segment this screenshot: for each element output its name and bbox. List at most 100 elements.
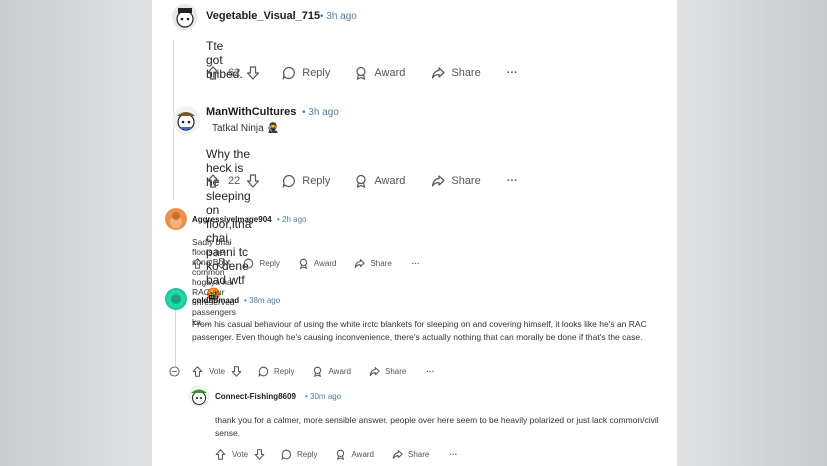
more-button[interactable]: ··· — [507, 175, 518, 187]
author-name[interactable]: coldnomaad — [192, 296, 239, 305]
author-name[interactable]: Connect-Fishing8609 — [215, 392, 296, 401]
downvote-icon — [247, 66, 260, 80]
timestamp-value: 30m ago — [310, 392, 342, 401]
downvote-icon — [231, 365, 242, 377]
thread-line — [175, 310, 176, 366]
reply-button[interactable]: Reply — [258, 366, 294, 377]
upvote-button[interactable] — [192, 257, 203, 269]
timestamp: • 2h ago — [277, 215, 307, 224]
reply-button[interactable]: Reply — [281, 449, 317, 460]
more-icon: ··· — [506, 67, 518, 79]
reply-icon — [243, 258, 254, 269]
reply-label: Reply — [297, 449, 318, 459]
timestamp: • 30m ago — [305, 392, 342, 401]
reply-button[interactable]: Reply — [282, 66, 330, 80]
award-button[interactable]: Award — [354, 66, 405, 80]
share-label: Share — [451, 175, 481, 187]
award-icon — [356, 66, 366, 80]
share-icon — [392, 449, 403, 459]
award-button[interactable]: Award — [335, 449, 374, 460]
share-label: Share — [370, 258, 392, 268]
award-icon — [337, 449, 345, 460]
vote-count: 22 — [228, 175, 241, 187]
award-icon — [314, 366, 322, 377]
comment-actions: 22 Reply Award Share ··· — [206, 173, 518, 189]
downvote-icon — [217, 257, 227, 269]
award-label: Award — [328, 366, 351, 376]
share-icon — [432, 175, 445, 187]
comment-body: Sadly bhai floors pe sona Boht common ho… — [192, 237, 236, 327]
avatar[interactable] — [172, 106, 200, 134]
award-label: Award — [374, 175, 406, 187]
award-button[interactable]: Award — [312, 366, 351, 377]
more-button[interactable]: ··· — [412, 259, 420, 268]
comment-actions: 62 Reply Award Share ··· — [206, 65, 518, 81]
reply-icon — [282, 66, 296, 80]
downvote-button[interactable] — [231, 365, 242, 377]
upvote-button[interactable] — [192, 365, 203, 377]
comment-body: From his casual behaviour of using the w… — [192, 319, 647, 342]
downvote-icon — [254, 448, 265, 460]
timestamp: • 3h ago — [302, 107, 339, 118]
share-button[interactable]: Share — [431, 174, 481, 188]
vote-count: 62 — [228, 67, 241, 79]
upvote-button[interactable] — [206, 174, 220, 188]
avatar[interactable] — [165, 288, 187, 310]
share-icon — [355, 258, 366, 268]
downvote-button[interactable] — [216, 257, 227, 269]
downvote-button[interactable] — [246, 174, 260, 188]
comments-panel: Vegetable_Visual_715 • 3h ago Tte got br… — [152, 0, 677, 466]
collapse-icon — [169, 365, 180, 377]
upvote-icon — [192, 365, 203, 377]
upvote-button[interactable] — [206, 66, 220, 80]
more-button[interactable]: ··· — [449, 450, 457, 459]
avatar[interactable] — [188, 385, 210, 407]
reply-button[interactable]: Reply — [282, 174, 330, 188]
share-icon — [432, 67, 445, 79]
upvote-button[interactable] — [215, 448, 226, 460]
comment-actions: Vote Reply Award Share ··· — [215, 448, 457, 460]
share-button[interactable]: Share — [369, 366, 406, 377]
share-label: Share — [385, 366, 407, 376]
share-label: Share — [451, 67, 481, 79]
share-button[interactable]: Share — [354, 258, 392, 269]
award-label: Award — [351, 449, 374, 459]
award-icon — [356, 174, 366, 188]
vote-count: 2 — [208, 258, 213, 268]
share-button[interactable]: Share — [431, 66, 481, 80]
avatar[interactable] — [165, 208, 187, 230]
share-label: Share — [408, 449, 430, 459]
author-name[interactable]: AggressiveImage904 — [192, 215, 272, 224]
award-button[interactable]: Award — [354, 174, 405, 188]
reply-label: Reply — [274, 366, 295, 376]
timestamp-value: 2h ago — [282, 215, 307, 224]
downvote-button[interactable] — [254, 448, 265, 460]
timestamp: • 3h ago — [320, 11, 357, 22]
timestamp-value: 3h ago — [308, 107, 339, 118]
timestamp-value: 3h ago — [326, 11, 357, 22]
vote-label: Vote — [232, 449, 249, 459]
share-button[interactable]: Share — [392, 449, 429, 460]
collapse-button[interactable] — [169, 365, 180, 377]
reply-icon — [281, 449, 292, 460]
author-name[interactable]: ManWithCultures — [206, 106, 296, 118]
vote-label: Vote — [209, 366, 226, 376]
upvote-icon — [206, 174, 220, 188]
reply-icon — [258, 366, 269, 377]
avatar[interactable] — [172, 4, 198, 30]
more-button[interactable]: ··· — [507, 67, 518, 79]
comment-actions: Vote Reply Award Share ··· — [169, 365, 434, 377]
author-name[interactable]: Vegetable_Visual_715 — [206, 10, 320, 22]
downvote-button[interactable] — [246, 66, 260, 80]
timestamp: • 38m ago — [244, 296, 281, 305]
more-icon: ··· — [411, 258, 420, 268]
more-button[interactable]: ··· — [426, 367, 434, 376]
comment-body: thank you for a calmer, more sensible an… — [215, 415, 659, 438]
timestamp-value: 38m ago — [249, 296, 281, 305]
left-background — [0, 0, 152, 466]
award-button[interactable]: Award — [298, 258, 336, 269]
reply-button[interactable]: Reply — [243, 258, 280, 269]
reply-icon — [282, 174, 296, 188]
more-icon: ··· — [449, 449, 458, 459]
upvote-icon — [206, 66, 220, 80]
